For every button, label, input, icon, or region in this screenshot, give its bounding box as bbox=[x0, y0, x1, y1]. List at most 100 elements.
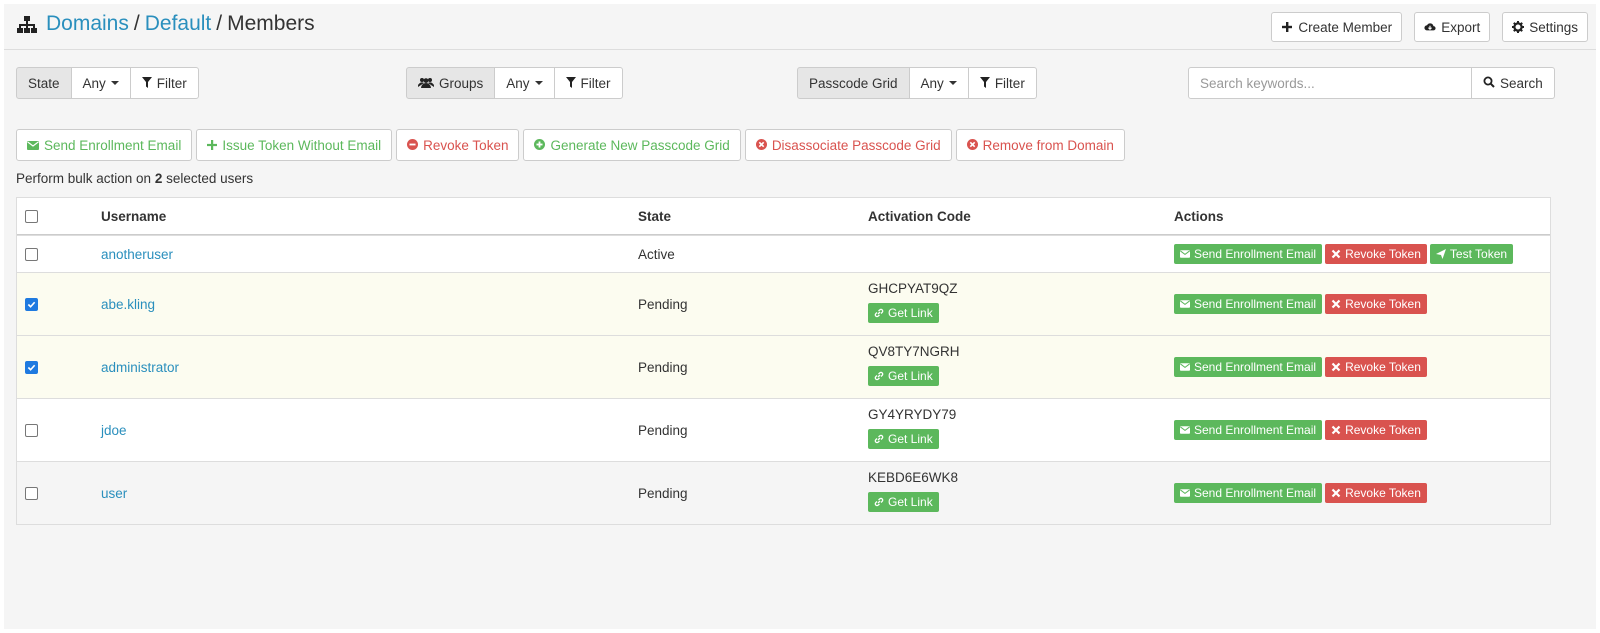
bulk-note-prefix: Perform bulk action on bbox=[16, 171, 155, 186]
username-link[interactable]: jdoe bbox=[101, 423, 127, 438]
column-header-state[interactable]: State bbox=[638, 209, 671, 224]
state-cell: Pending bbox=[638, 359, 688, 375]
bulk-generate-passcode-grid-button[interactable]: Generate New Passcode Grid bbox=[523, 129, 741, 161]
paper-plane-icon bbox=[1435, 249, 1446, 259]
activation-code-cell: QV8TY7NGRH Get Link bbox=[868, 344, 960, 386]
passcode-grid-label-text: Passcode Grid bbox=[809, 75, 898, 91]
envelope-icon bbox=[1180, 250, 1190, 258]
revoke-token-button[interactable]: Revoke Token bbox=[1325, 420, 1427, 440]
search-bar: Search bbox=[1188, 67, 1555, 99]
groups-filter-dropdown[interactable]: Any bbox=[494, 67, 555, 99]
passcode-grid-filter-dropdown[interactable]: Any bbox=[908, 67, 969, 99]
export-button[interactable]: Export bbox=[1414, 12, 1491, 42]
bulk-actions: Send Enrollment Email Issue Token Withou… bbox=[16, 129, 1125, 161]
state-filter-button-label: Filter bbox=[156, 75, 187, 91]
search-input[interactable] bbox=[1188, 67, 1472, 99]
times-circle-icon bbox=[755, 138, 767, 153]
times-icon bbox=[1331, 488, 1341, 498]
send-enrollment-email-label: Send Enrollment Email bbox=[1194, 360, 1317, 374]
envelope-icon bbox=[1180, 426, 1190, 434]
revoke-token-button[interactable]: Revoke Token bbox=[1325, 357, 1427, 377]
gear-icon bbox=[1512, 21, 1525, 33]
state-cell: Pending bbox=[638, 296, 688, 312]
row-checkbox[interactable] bbox=[25, 423, 38, 437]
breadcrumb-default-link[interactable]: Default bbox=[145, 12, 212, 36]
breadcrumb-domains-link[interactable]: Domains bbox=[46, 12, 129, 36]
state-cell: Pending bbox=[638, 422, 688, 438]
passcode-grid-filter-value: Any bbox=[920, 75, 944, 91]
send-enrollment-email-button[interactable]: Send Enrollment Email bbox=[1174, 420, 1323, 440]
groups-filter-button[interactable]: Filter bbox=[553, 67, 623, 99]
breadcrumb-separator: / bbox=[216, 12, 223, 35]
bulk-revoke-token-button[interactable]: Revoke Token bbox=[396, 129, 520, 161]
bulk-selection-note: Perform bulk action on 2 selected users bbox=[16, 171, 253, 186]
row-checkbox[interactable] bbox=[25, 297, 38, 311]
test-token-label: Test Token bbox=[1449, 247, 1508, 261]
table-row: jdoe Pending GY4YRYDY79 Get Link Send En… bbox=[17, 398, 1550, 461]
column-header-username[interactable]: Username bbox=[101, 209, 166, 224]
passcode-grid-filter-button-label: Filter bbox=[994, 75, 1025, 91]
revoke-token-label: Revoke Token bbox=[1345, 360, 1421, 374]
revoke-token-label: Revoke Token bbox=[1345, 297, 1421, 311]
bulk-send-enrollment-email-button[interactable]: Send Enrollment Email bbox=[16, 129, 193, 161]
revoke-token-label: Revoke Token bbox=[1345, 486, 1421, 500]
check-icon bbox=[27, 301, 36, 308]
state-cell: Active bbox=[638, 246, 675, 262]
create-member-label: Create Member bbox=[1298, 19, 1393, 35]
table-row: user Pending KEBD6E6WK8 Get Link Send En… bbox=[17, 461, 1550, 524]
bulk-remove-from-domain-button[interactable]: Remove from Domain bbox=[955, 129, 1125, 161]
send-enrollment-email-button[interactable]: Send Enrollment Email bbox=[1174, 483, 1323, 503]
username-link[interactable]: abe.kling bbox=[101, 297, 155, 312]
revoke-token-button[interactable]: Revoke Token bbox=[1325, 244, 1427, 264]
get-link-button[interactable]: Get Link bbox=[868, 429, 939, 449]
state-filter-button[interactable]: Filter bbox=[129, 67, 199, 99]
settings-button[interactable]: Settings bbox=[1502, 12, 1588, 42]
column-header-actions: Actions bbox=[1174, 208, 1224, 224]
row-checkbox[interactable] bbox=[25, 486, 38, 500]
passcode-grid-filter-button[interactable]: Filter bbox=[967, 67, 1037, 99]
send-enrollment-email-label: Send Enrollment Email bbox=[1194, 247, 1317, 261]
state-label-text: State bbox=[28, 75, 60, 91]
activation-code-cell: GHCPYAT9QZ Get Link bbox=[868, 281, 958, 323]
page-header: Domains / Default / Members Create Membe… bbox=[4, 4, 1596, 50]
plus-circle-icon bbox=[534, 138, 546, 153]
caret-down-icon bbox=[534, 81, 543, 85]
table-row: administrator Pending QV8TY7NGRH Get Lin… bbox=[17, 335, 1550, 398]
send-enrollment-email-button[interactable]: Send Enrollment Email bbox=[1174, 244, 1323, 264]
state-filter-group: State Any Filter bbox=[16, 67, 199, 99]
groups-filter-label: Groups bbox=[406, 67, 496, 99]
state-filter-dropdown[interactable]: Any bbox=[70, 67, 131, 99]
bulk-disassociate-passcode-grid-button[interactable]: Disassociate Passcode Grid bbox=[744, 129, 952, 161]
username-link[interactable]: administrator bbox=[101, 360, 179, 375]
username-link[interactable]: anotheruser bbox=[101, 247, 173, 262]
revoke-token-label: Revoke Token bbox=[1345, 423, 1421, 437]
row-checkbox[interactable] bbox=[25, 247, 38, 261]
username-link[interactable]: user bbox=[101, 486, 127, 501]
revoke-token-button[interactable]: Revoke Token bbox=[1325, 294, 1427, 314]
get-link-label: Get Link bbox=[888, 495, 933, 509]
get-link-button[interactable]: Get Link bbox=[868, 366, 939, 386]
bulk-issue-token-button[interactable]: Issue Token Without Email bbox=[196, 129, 393, 161]
export-label: Export bbox=[1441, 19, 1481, 35]
create-member-button[interactable]: Create Member bbox=[1271, 12, 1403, 42]
sitemap-icon bbox=[16, 13, 38, 35]
passcode-grid-filter-group: Passcode Grid Any Filter bbox=[797, 67, 1037, 99]
revoke-token-button[interactable]: Revoke Token bbox=[1325, 483, 1427, 503]
link-icon bbox=[874, 308, 884, 318]
activation-code: QV8TY7NGRH bbox=[868, 344, 960, 359]
test-token-button[interactable]: Test Token bbox=[1429, 244, 1514, 264]
row-checkbox[interactable] bbox=[25, 360, 38, 374]
send-enrollment-email-button[interactable]: Send Enrollment Email bbox=[1174, 294, 1323, 314]
plus-icon bbox=[1281, 21, 1293, 33]
send-enrollment-email-button[interactable]: Send Enrollment Email bbox=[1174, 357, 1323, 377]
select-all-checkbox[interactable] bbox=[25, 209, 38, 223]
search-button[interactable]: Search bbox=[1472, 67, 1555, 99]
link-icon bbox=[874, 497, 884, 507]
get-link-button[interactable]: Get Link bbox=[868, 492, 939, 512]
link-icon bbox=[874, 434, 884, 444]
filter-icon bbox=[565, 76, 576, 91]
groups-filter-button-label: Filter bbox=[580, 75, 611, 91]
activation-code-cell: GY4YRYDY79 Get Link bbox=[868, 407, 956, 449]
times-circle-icon bbox=[966, 138, 978, 153]
get-link-button[interactable]: Get Link bbox=[868, 303, 939, 323]
